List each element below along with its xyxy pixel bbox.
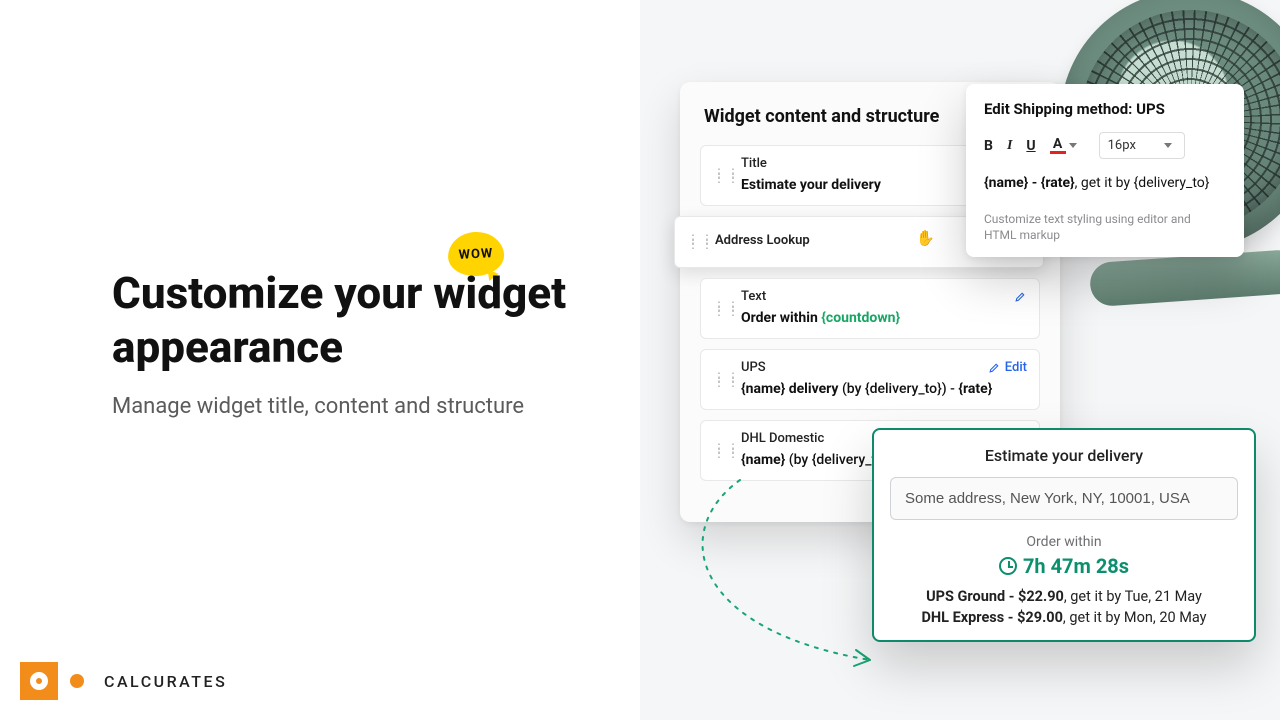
- drag-handle-icon[interactable]: ⋮⋮⋮⋮: [713, 304, 725, 314]
- order-within-label: Order within: [890, 534, 1238, 550]
- headline: Customize your widget appearance: [112, 266, 592, 374]
- config-row-body: Order within {countdown}: [741, 310, 1027, 326]
- editor-body[interactable]: {name} - {rate}, get it by {delivery_to}: [984, 173, 1226, 193]
- brand-dot-icon: [70, 674, 84, 688]
- edit-button-label: Edit: [1005, 360, 1027, 375]
- pencil-icon: [1014, 290, 1027, 303]
- drag-handle-icon[interactable]: ⋮⋮⋮⋮: [713, 375, 725, 385]
- shipping-option-line: UPS Ground - $22.90, get it by Tue, 21 M…: [890, 588, 1238, 605]
- editor-help-text: Customize text styling using editor and …: [984, 211, 1226, 243]
- illustration-pane: Widget content and structure ⋮⋮⋮⋮ Title …: [640, 0, 1280, 720]
- config-row-label: Text: [741, 289, 766, 304]
- drag-handle-icon[interactable]: ⋮⋮⋮⋮: [713, 171, 725, 181]
- pencil-icon: [988, 361, 1001, 374]
- font-size-value: 16px: [1108, 138, 1136, 153]
- shipping-option-line: DHL Express - $29.00, get it by Mon, 20 …: [890, 609, 1238, 626]
- chevron-down-icon: [1164, 143, 1172, 148]
- config-row-ups[interactable]: ⋮⋮⋮⋮ UPS Edit {name} delivery (by {deliv…: [700, 349, 1040, 410]
- config-row-text[interactable]: ⋮⋮⋮⋮ Text Order within {countdown}: [700, 278, 1040, 339]
- bold-button[interactable]: B: [984, 138, 993, 154]
- clock-icon: [999, 557, 1017, 575]
- preview-widget: Estimate your delivery Order within 7h 4…: [872, 428, 1256, 642]
- brand-logo: CALCURATES: [20, 662, 227, 700]
- edit-button[interactable]: [1014, 290, 1027, 303]
- preview-title: Estimate your delivery: [890, 446, 1238, 465]
- config-row-body: {name} delivery (by {delivery_to}) - {ra…: [741, 381, 1027, 397]
- config-row-label: Address Lookup: [715, 233, 810, 248]
- config-row-label: Title: [741, 156, 767, 171]
- editor-toolbar: B I U A 16px: [984, 132, 1226, 159]
- brand-name: CALCURATES: [104, 672, 227, 691]
- countdown-value: 7h 47m 28s: [890, 554, 1238, 578]
- drag-handle-icon[interactable]: ⋮⋮⋮⋮: [713, 446, 725, 456]
- wow-badge-text: WOW: [458, 246, 493, 263]
- font-size-select[interactable]: 16px: [1099, 132, 1185, 159]
- config-row-label: DHL Domestic: [741, 431, 824, 446]
- config-row-label: UPS: [741, 360, 766, 375]
- brand-mark-icon: [20, 662, 58, 700]
- subheadline: Manage widget title, content and structu…: [112, 390, 592, 424]
- text-color-button[interactable]: A: [1050, 137, 1077, 154]
- grab-cursor-icon: ✋: [916, 229, 935, 247]
- editor-title: Edit Shipping method: UPS: [984, 100, 1226, 118]
- underline-button[interactable]: U: [1026, 138, 1035, 154]
- text-color-icon: A: [1050, 137, 1066, 154]
- edit-button[interactable]: Edit: [988, 360, 1027, 375]
- chevron-down-icon: [1069, 143, 1077, 148]
- address-input[interactable]: [890, 477, 1238, 520]
- drag-handle-icon[interactable]: ⋮⋮⋮⋮: [687, 237, 699, 247]
- editor-popover: Edit Shipping method: UPS B I U A 16px {…: [966, 84, 1244, 257]
- italic-button[interactable]: I: [1007, 138, 1012, 154]
- promo-pane: WOW Customize your widget appearance Man…: [0, 0, 640, 720]
